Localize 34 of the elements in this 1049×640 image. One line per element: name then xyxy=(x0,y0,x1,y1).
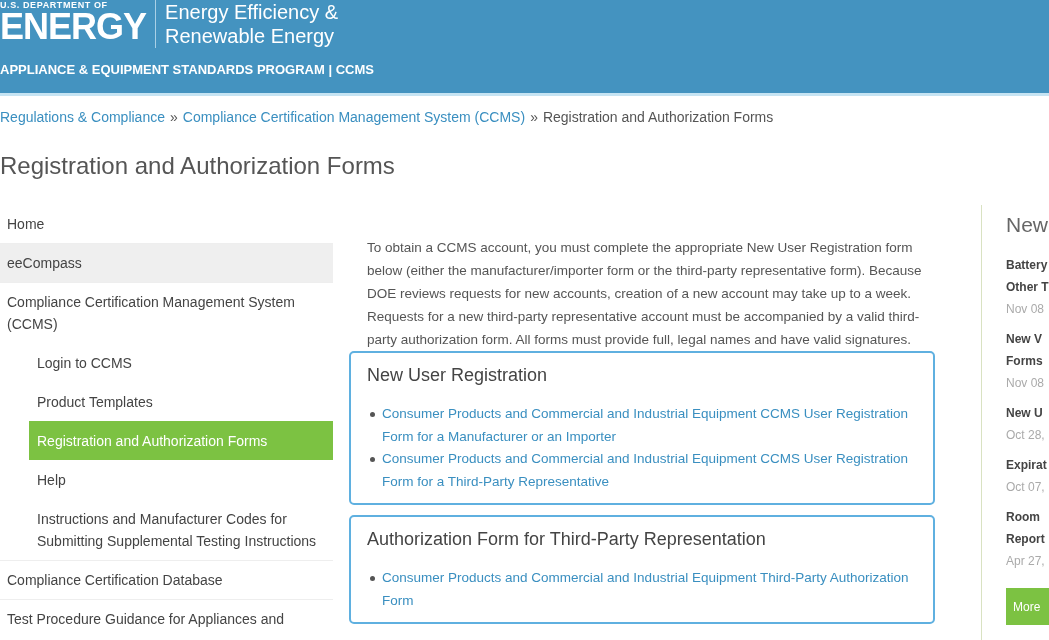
intro-text: To obtain a CCMS account, you must complete the appropriate New User Registration form below (either the manufacturer/importer form or the third-party representative form). Because DOE reviews requests for new accounts, creation of a new account may take up to a week. Requests for a new third-party representative account must be accompanied by a valid third-party authorization form. All forms must provide full, legal names and have valid signatures. xyxy=(366,239,923,349)
form-link[interactable]: Consumer Products and Commercial and Industrial Equipment CCMS User Registration Form for a Manufacturer or an Importer xyxy=(382,403,919,448)
section-title: New User Registration xyxy=(367,364,548,387)
news-link[interactable]: New U xyxy=(1006,402,1043,424)
agency-label: U.S. DEPARTMENT OF xyxy=(0,0,108,10)
breadcrumb-separator: » xyxy=(170,108,178,126)
news-date: Oct 07, xyxy=(1006,479,1045,496)
news-link[interactable]: Report xyxy=(1006,528,1045,550)
breadcrumb-link[interactable]: Regulations & Compliance xyxy=(0,108,165,126)
bullet-icon xyxy=(370,412,375,417)
news-heading: New xyxy=(1006,212,1048,238)
page-title: Registration and Authorization Forms xyxy=(0,151,395,181)
breadcrumb-current: Registration and Authorization Forms xyxy=(542,108,774,126)
form-link[interactable]: Consumer Products and Commercial and Industrial Equipment CCMS User Registration Form for a Third-Party Representative xyxy=(382,448,919,493)
office-name: Energy Efficiency & Renewable Energy xyxy=(165,0,340,48)
news-link[interactable]: Battery xyxy=(1006,254,1048,276)
nav-item[interactable]: eeCompass xyxy=(0,244,333,282)
program-title: APPLIANCE & EQUIPMENT STANDARDS PROGRAM | CCMS xyxy=(0,62,374,78)
news-link[interactable]: Room xyxy=(1006,506,1040,528)
form-link[interactable]: Consumer Products and Commercial and Industrial Equipment Third-Party Authorization Form xyxy=(382,567,919,612)
news-link[interactable]: New V xyxy=(1006,328,1042,350)
news-date: Apr 27, xyxy=(1006,553,1045,570)
news-date: Oct 28, xyxy=(1006,427,1045,444)
breadcrumb-link[interactable]: Compliance Certification Management System (CCMS) xyxy=(182,108,526,126)
bullet-icon xyxy=(370,457,375,462)
news-link[interactable]: Expirat xyxy=(1006,454,1047,476)
breadcrumb-separator: » xyxy=(530,108,538,126)
energy-wordmark: ENERGY xyxy=(0,10,147,44)
news-date: Nov 08 xyxy=(1006,375,1045,392)
news-link[interactable]: Other T xyxy=(1006,276,1049,298)
news-date: Nov 08 xyxy=(1006,301,1045,318)
news-link[interactable]: Forms xyxy=(1006,350,1043,372)
bullet-icon xyxy=(370,576,375,581)
section-title: Authorization Form for Third-Party Representation xyxy=(367,528,766,551)
